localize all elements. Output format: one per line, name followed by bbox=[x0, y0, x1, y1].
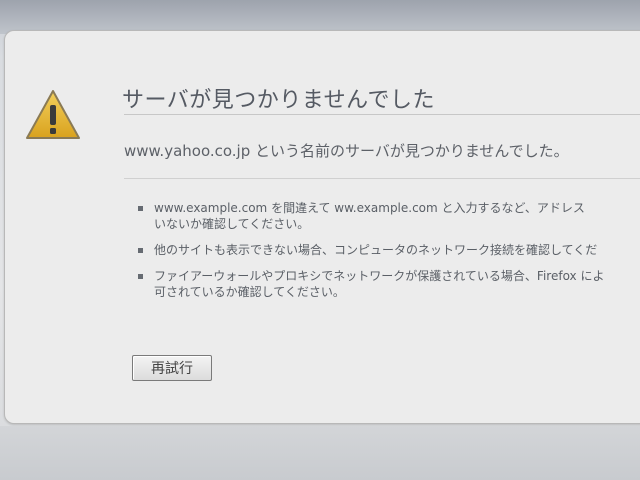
suggestion-text: www.example.com を間違えて ww.example.com と入力… bbox=[154, 201, 585, 215]
title-divider bbox=[124, 114, 640, 115]
suggestion-text: 他のサイトも表示できない場合、コンピュータのネットワーク接続を確認してくだ bbox=[154, 243, 598, 257]
suggestion-item: ファイアーウォールやプロキシでネットワークが保護されている場合、Firefox … bbox=[136, 268, 640, 300]
suggestion-text: いないか確認してください。 bbox=[154, 217, 310, 231]
suggestion-text: 可されているか確認してください。 bbox=[154, 285, 345, 299]
bullet-icon bbox=[138, 248, 143, 253]
warning-triangle-icon bbox=[24, 88, 82, 142]
bullet-icon bbox=[138, 274, 143, 279]
suggestion-list: www.example.com を間違えて ww.example.com と入力… bbox=[136, 200, 640, 310]
error-title: サーバが見つかりませんでした bbox=[122, 88, 436, 113]
retry-button[interactable]: 再試行 bbox=[132, 355, 212, 381]
suggestion-text: ファイアーウォールやプロキシでネットワークが保護されている場合、Firefox … bbox=[154, 269, 605, 283]
suggestion-item: 他のサイトも表示できない場合、コンピュータのネットワーク接続を確認してくだ bbox=[136, 242, 640, 258]
bullet-icon bbox=[138, 206, 143, 211]
error-message: www.yahoo.co.jp という名前のサーバが見つかりませんでした。 bbox=[124, 142, 569, 160]
screen-bottom-bezel bbox=[0, 426, 640, 480]
screen-top-bezel bbox=[0, 0, 640, 34]
section-divider bbox=[124, 178, 640, 179]
suggestion-item: www.example.com を間違えて ww.example.com と入力… bbox=[136, 200, 640, 232]
